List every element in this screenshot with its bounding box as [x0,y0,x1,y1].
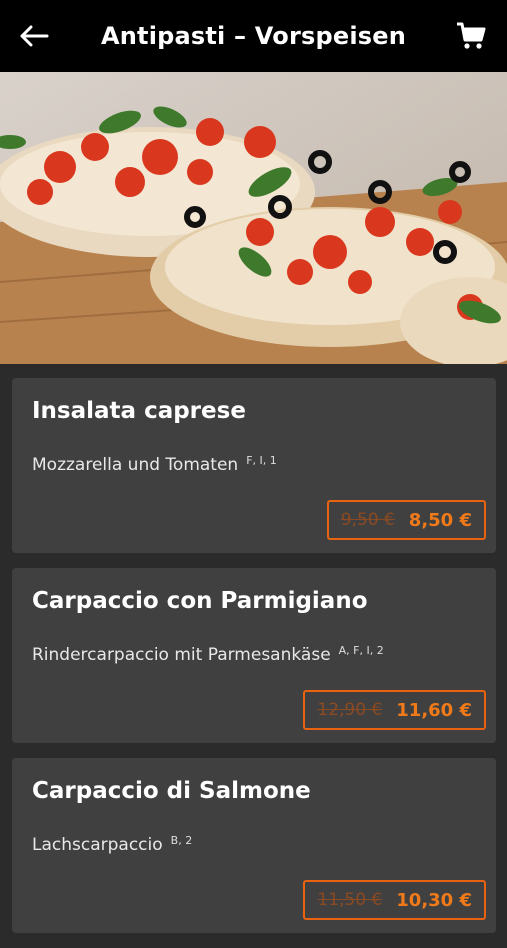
old-price: 9,50 € [340,510,395,530]
item-description: Rindercarpaccio mit Parmesankäse A, F, I,… [32,644,384,665]
price-button[interactable]: 12,90 € 11,60 € [303,690,486,730]
item-name: Insalata caprese [32,398,246,424]
item-name: Carpaccio di Salmone [32,778,311,804]
item-description: Lachscarpaccio B, 2 [32,834,192,855]
current-price: 8,50 € [408,509,472,531]
price-button[interactable]: 9,50 € 8,50 € [326,500,486,540]
price-button[interactable]: 11,50 € 10,30 € [303,880,486,920]
allergen-codes: A, F, I, 2 [338,644,384,657]
bruschetta-photo [0,72,507,364]
old-price: 12,90 € [317,700,383,720]
allergen-codes: F, I, 1 [246,454,277,467]
arrow-left-icon [20,25,49,47]
description-text: Rindercarpaccio mit Parmesankäse [32,645,331,665]
old-price: 11,50 € [317,890,383,910]
menu-list: Insalata caprese Mozzarella und Tomaten F… [12,378,496,948]
cart-button[interactable] [453,18,489,54]
menu-item-card[interactable]: Insalata caprese Mozzarella und Tomaten F… [12,378,496,553]
app-header: Antipasti – Vorspeisen [0,0,507,72]
description-text: Lachscarpaccio [32,835,163,855]
current-price: 11,60 € [396,699,472,721]
page-title: Antipasti – Vorspeisen [100,22,407,50]
back-button[interactable] [16,20,52,52]
item-name: Carpaccio con Parmigiano [32,588,368,614]
shopping-cart-icon [457,22,486,49]
description-text: Mozzarella und Tomaten [32,455,239,475]
menu-item-card[interactable]: Carpaccio di Salmone Lachscarpaccio B, 2 … [12,758,496,933]
item-description: Mozzarella und Tomaten F, I, 1 [32,454,277,475]
hero-image [0,72,507,364]
allergen-codes: B, 2 [170,834,193,847]
current-price: 10,30 € [396,889,472,911]
menu-item-card[interactable]: Carpaccio con Parmigiano Rindercarpaccio… [12,568,496,743]
